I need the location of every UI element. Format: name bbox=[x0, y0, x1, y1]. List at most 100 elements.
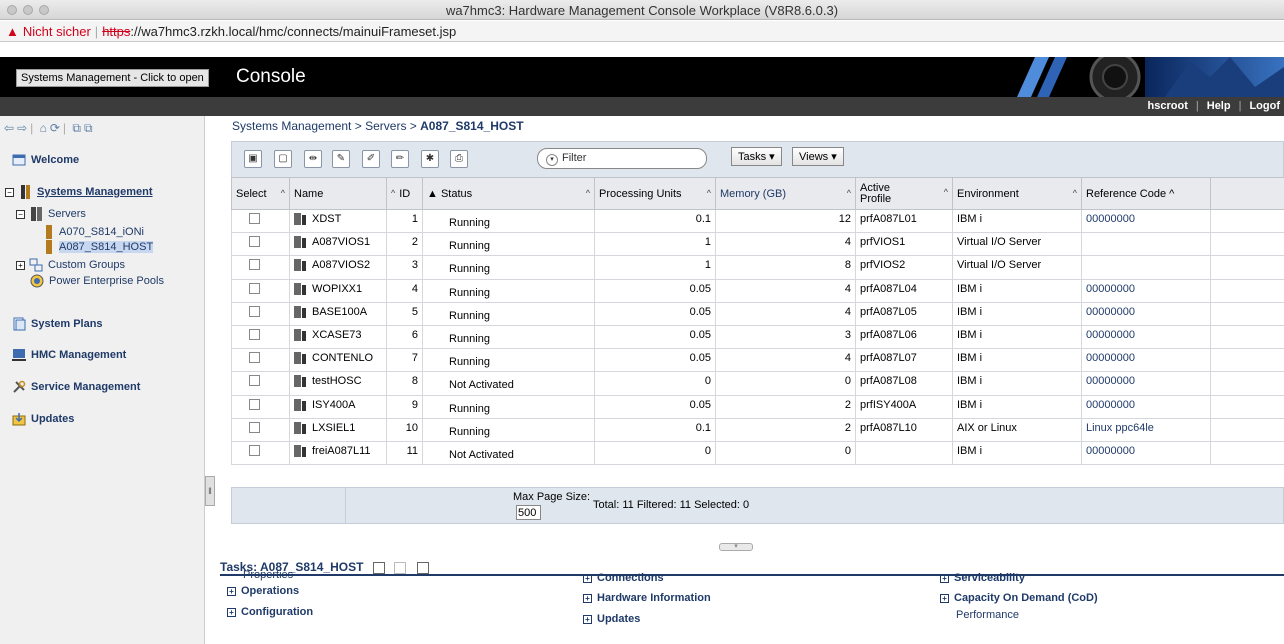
task-connections[interactable]: + Connections bbox=[583, 572, 664, 584]
nav-system-plans[interactable]: System Plans bbox=[12, 317, 103, 331]
cell-select[interactable] bbox=[231, 394, 290, 419]
table-row[interactable]: A087VIOS2 3 Running 1 8 prfVIOS2 Virtual I/O S… bbox=[231, 255, 1284, 280]
tasks-list-icon[interactable] bbox=[417, 561, 430, 574]
col-reference-code[interactable]: Reference Code ^ bbox=[1081, 177, 1211, 210]
cell-name[interactable]: XCASE73 bbox=[289, 324, 387, 350]
partition-name-link[interactable]: BASE100A bbox=[312, 306, 367, 318]
cell-select[interactable] bbox=[231, 324, 290, 350]
col-environment[interactable]: Environment ^ bbox=[952, 177, 1082, 210]
table-row[interactable]: WOPIXX1 4 Running 0.05 4 prfA087L04 IBM i 00000… bbox=[231, 278, 1284, 303]
configure-icon[interactable]: ✱ bbox=[421, 150, 439, 168]
partition-name-link[interactable]: LXSIEL1 bbox=[312, 422, 355, 434]
col-select[interactable]: Select ^ bbox=[231, 177, 290, 210]
row-select-checkbox[interactable] bbox=[249, 282, 260, 294]
nav-servers[interactable]: − Servers bbox=[16, 207, 86, 221]
task-serviceability[interactable]: + Serviceability bbox=[940, 572, 1025, 584]
cell-select[interactable] bbox=[231, 371, 290, 396]
forward-icon[interactable]: ⇨ bbox=[17, 121, 27, 135]
expand-toggle[interactable]: + bbox=[16, 260, 25, 270]
partition-name-link[interactable]: XDST bbox=[312, 213, 341, 225]
nav-pane-splitter[interactable]: ‖ bbox=[205, 476, 215, 506]
table-row[interactable]: LXSIEL1 10 Running 0.1 2 prfA087L10 AIX or Lin… bbox=[231, 417, 1284, 442]
nav-systems-management[interactable]: − Systems Management bbox=[5, 185, 153, 199]
task-configuration[interactable]: + Configuration bbox=[227, 606, 313, 618]
cell-name[interactable]: BASE100A bbox=[289, 301, 387, 326]
systems-management-open-button[interactable]: Systems Management - Click to open bbox=[16, 69, 209, 87]
column-config-icon[interactable]: ⇹ bbox=[304, 150, 322, 168]
home-icon[interactable]: ⌂ bbox=[40, 121, 47, 135]
cell-name[interactable]: CONTENLO bbox=[289, 348, 387, 373]
cell-name[interactable]: testHOSC bbox=[289, 371, 387, 396]
partition-name-link[interactable]: WOPIXX1 bbox=[312, 283, 362, 295]
table-row[interactable]: XCASE73 6 Running 0.05 3 prfA087L06 IBM i 00000… bbox=[231, 324, 1284, 350]
cell-select[interactable] bbox=[231, 417, 290, 442]
col-active-profile[interactable]: ^ Active Profile bbox=[855, 177, 953, 210]
cell-select[interactable] bbox=[231, 208, 290, 234]
cell-select[interactable] bbox=[231, 348, 290, 373]
partition-name-link[interactable]: A087VIOS2 bbox=[312, 259, 370, 271]
cell-select[interactable] bbox=[231, 301, 290, 326]
address-bar[interactable]: ▲ Nicht sicher | https://wa7hmc3.rzkh.local… bbox=[0, 21, 1284, 42]
back-icon[interactable]: ⇦ bbox=[4, 121, 14, 135]
nav-service-management[interactable]: Service Management bbox=[12, 380, 140, 394]
cell-select[interactable] bbox=[231, 232, 290, 257]
deselect-all-icon[interactable]: ▢ bbox=[274, 150, 292, 168]
cell-select[interactable] bbox=[231, 255, 290, 280]
table-row[interactable]: BASE100A 5 Running 0.05 4 prfA087L05 IBM i 0000… bbox=[231, 301, 1284, 326]
cell-name[interactable]: WOPIXX1 bbox=[289, 278, 387, 303]
partition-name-link[interactable]: A087VIOS1 bbox=[312, 236, 370, 248]
row-select-checkbox[interactable] bbox=[249, 444, 260, 456]
nav-server-a087[interactable]: A087_S814_HOST bbox=[44, 240, 154, 254]
task-updates[interactable]: + Updates bbox=[583, 613, 640, 625]
select-all-icon[interactable]: ▣ bbox=[244, 150, 262, 168]
breadcrumb-servers[interactable]: Servers bbox=[365, 119, 406, 133]
cell-name[interactable]: A087VIOS2 bbox=[289, 255, 387, 280]
cell-name[interactable]: XDST bbox=[289, 208, 387, 234]
row-select-checkbox[interactable] bbox=[249, 421, 260, 433]
table-row[interactable]: testHOSC 8 Not Activated 0 0 prfA087L08 IBM i0… bbox=[231, 371, 1284, 396]
table-row[interactable]: freiA087L11 11 Not Activated 0 0 IBM i 0000000… bbox=[231, 440, 1284, 466]
nav-server-a070[interactable]: A070_S814_iONi bbox=[44, 225, 144, 239]
partition-name-link[interactable]: XCASE73 bbox=[312, 329, 362, 341]
cell-name[interactable]: ISY400A bbox=[289, 394, 387, 419]
partition-name-link[interactable]: testHOSC bbox=[312, 375, 362, 387]
view-details-icon[interactable]: ⎙ bbox=[450, 150, 468, 168]
breadcrumb-systems-management[interactable]: Systems Management bbox=[232, 119, 351, 133]
col-memory[interactable]: Memory (GB) ^ bbox=[715, 177, 856, 210]
col-name[interactable]: Name bbox=[289, 177, 387, 210]
partition-name-link[interactable]: CONTENLO bbox=[312, 352, 373, 364]
tasks-menu-button[interactable]: Tasks ▾ bbox=[731, 147, 782, 166]
task-hardware-information[interactable]: + Hardware Information bbox=[583, 592, 711, 604]
expand-all-icon[interactable]: ⧉ bbox=[72, 121, 81, 135]
col-processing-units[interactable]: Processing Units ^ bbox=[594, 177, 716, 210]
task-operations[interactable]: + Operations bbox=[227, 585, 299, 597]
table-row[interactable]: ISY400A 9 Running 0.05 2 prfISY400A IBM i 00000… bbox=[231, 394, 1284, 419]
row-select-checkbox[interactable] bbox=[249, 305, 260, 317]
row-select-checkbox[interactable] bbox=[249, 352, 260, 364]
nav-welcome[interactable]: Welcome bbox=[12, 153, 79, 167]
help-link[interactable]: Help bbox=[1207, 100, 1231, 112]
cell-select[interactable] bbox=[231, 440, 290, 466]
partition-name-link[interactable]: freiA087L11 bbox=[312, 445, 371, 457]
nav-power-enterprise-pools[interactable]: Power Enterprise Pools bbox=[30, 274, 164, 288]
tasks-view-icon[interactable] bbox=[372, 561, 385, 574]
row-select-checkbox[interactable] bbox=[249, 398, 260, 410]
tasks-pane-handle[interactable]: ▾ bbox=[719, 543, 753, 551]
refresh-icon[interactable]: ⟳ bbox=[50, 121, 60, 135]
cell-select[interactable] bbox=[231, 278, 290, 303]
row-select-checkbox[interactable] bbox=[249, 213, 260, 224]
nav-custom-groups[interactable]: + Custom Groups bbox=[16, 258, 125, 272]
table-row[interactable]: CONTENLO 7 Running 0.05 4 prfA087L07 IBM i 0000… bbox=[231, 348, 1284, 373]
nav-hmc-management[interactable]: HMC Management bbox=[12, 348, 126, 362]
filter-input[interactable]: ▾ Filter bbox=[537, 148, 707, 169]
table-row[interactable]: A087VIOS1 2 Running 1 4 prfVIOS1 Virtual I/O S… bbox=[231, 232, 1284, 257]
table-row[interactable]: XDST 1 Running 0.1 12 prfA087L01 IBM i 00000000 bbox=[231, 208, 1284, 234]
col-status[interactable]: ▲ Status ^ bbox=[422, 177, 595, 210]
filter-dropdown-icon[interactable]: ▾ bbox=[546, 154, 558, 166]
edit-sort-icon[interactable]: ✎ bbox=[332, 150, 350, 168]
cell-name[interactable]: A087VIOS1 bbox=[289, 232, 387, 257]
task-properties[interactable]: Properties bbox=[243, 569, 293, 581]
nav-updates[interactable]: Updates bbox=[12, 412, 74, 426]
clear-edit-icon[interactable]: ✏ bbox=[391, 150, 409, 168]
task-capacity-on-demand[interactable]: + Capacity On Demand (CoD) bbox=[940, 592, 1098, 604]
